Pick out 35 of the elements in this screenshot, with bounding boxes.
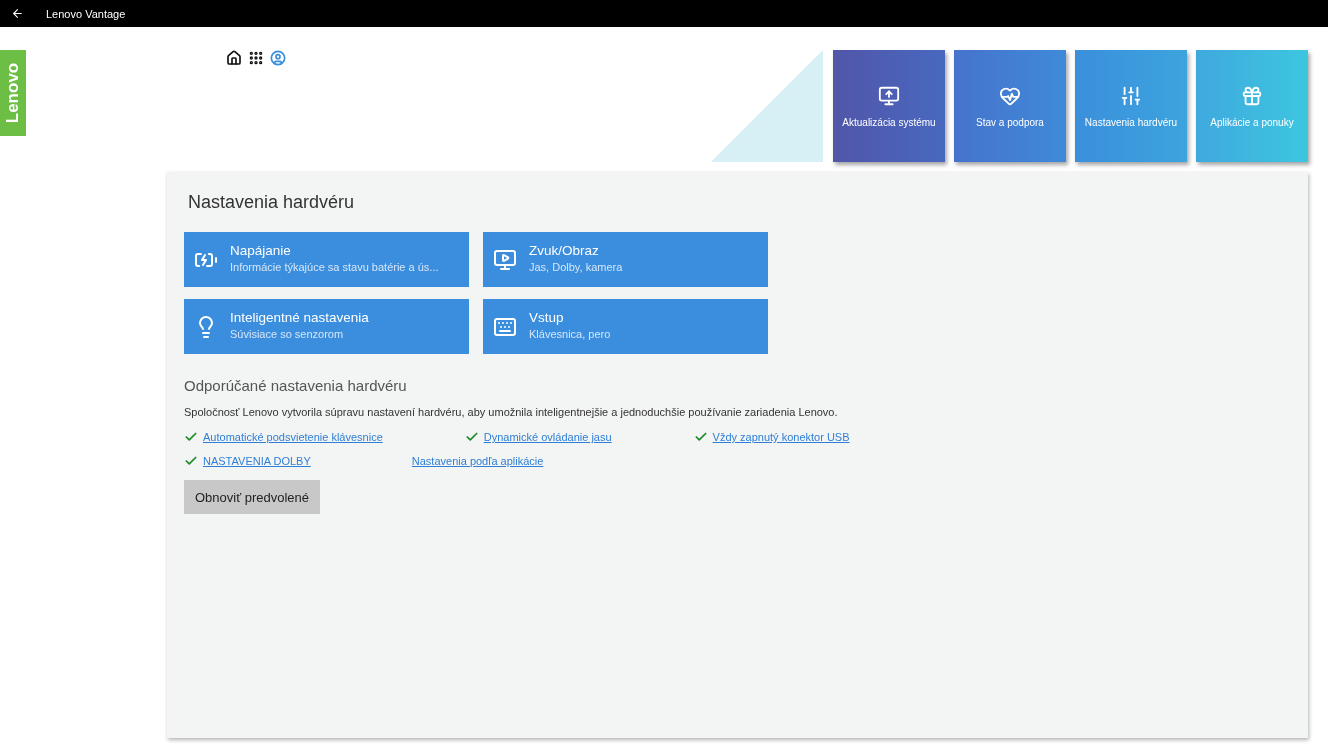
card-subtitle: Jas, Dolby, kamera xyxy=(529,260,623,273)
card-subtitle: Súvisiace so senzorom xyxy=(230,327,345,340)
sliders-icon xyxy=(1120,84,1142,107)
reset-button[interactable]: Obnoviť predvolené xyxy=(184,480,320,514)
gift-icon xyxy=(1241,84,1263,107)
settings-card[interactable]: Vstup Klávesnica, pero xyxy=(483,299,768,354)
logo: Lenovo xyxy=(0,50,26,136)
card-subtitle: Klávesnica, pero xyxy=(529,327,611,340)
setting-link[interactable]: Automatické podsvietenie klávesnice xyxy=(203,431,383,443)
apps-grid-icon[interactable] xyxy=(248,50,264,66)
setting-link[interactable]: Dynamické ovládanie jasu xyxy=(483,431,612,443)
back-icon[interactable] xyxy=(11,7,24,20)
section-heading: Odporúčané nastavenia hardvéru xyxy=(184,377,408,394)
card-subtitle: Informácie týkajúce sa stavu batérie a ús... xyxy=(230,260,439,273)
monitor-icon xyxy=(493,247,517,272)
settings-card[interactable]: Inteligentné nastavenia Súvisiace so senzorom xyxy=(184,299,469,354)
nav-tile[interactable]: Stav a podpora xyxy=(954,50,1066,162)
monitor-upload-icon xyxy=(878,84,900,107)
home-icon[interactable] xyxy=(226,50,242,66)
nav-tile[interactable]: Aplikácie a ponuky xyxy=(1196,50,1308,162)
user-icon[interactable] xyxy=(270,50,286,66)
description-text: Spoločnosť Lenovo vytvorila súpravu nastavení hardvéru, aby umožnila inteligentnejšie a jednoduchšie používanie zariadenia Lenovo. xyxy=(184,406,839,418)
window-title: Lenovo Vantage xyxy=(46,7,126,20)
settings-card[interactable]: Napájanie Informácie týkajúce sa stavu batérie a ús... xyxy=(184,232,469,287)
card-title: Zvuk/Obraz xyxy=(529,242,600,258)
nav-tile[interactable]: Aktualizácia systému xyxy=(833,50,945,162)
setting-link[interactable]: NASTAVENIA DOLBY xyxy=(203,455,311,467)
setting-link[interactable]: Nastavenia podľa aplikácie xyxy=(411,455,544,467)
setting-link[interactable]: Vždy zapnutý konektor USB xyxy=(712,431,850,443)
settings-card[interactable]: Zvuk/Obraz Jas, Dolby, kamera xyxy=(483,232,768,287)
card-title: Inteligentné nastavenia xyxy=(230,309,369,325)
card-title: Napájanie xyxy=(230,242,292,258)
panel-title: Nastavenia hardvéru xyxy=(188,192,356,213)
nav-tile[interactable]: Nastavenia hardvéru xyxy=(1075,50,1187,162)
card-title: Vstup xyxy=(529,309,565,325)
